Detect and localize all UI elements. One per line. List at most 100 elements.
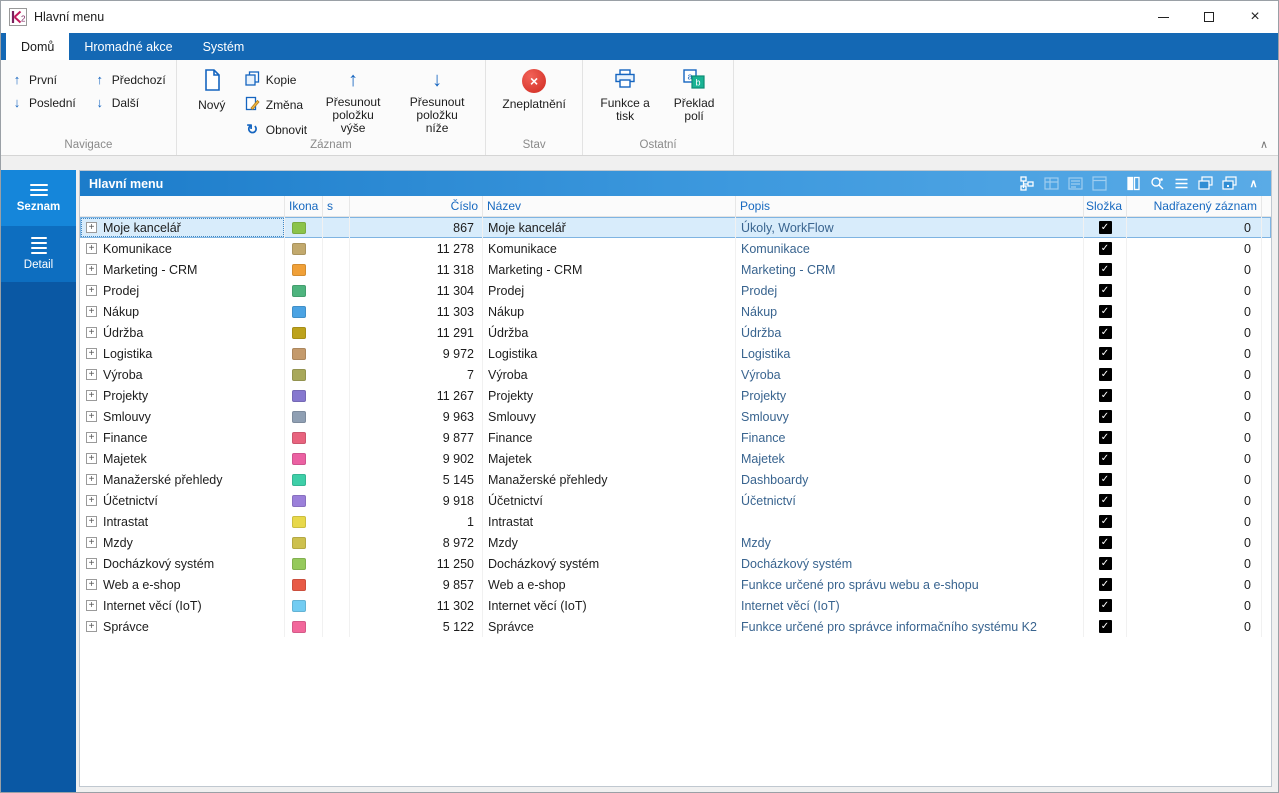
expand-icon[interactable]: + [86, 348, 97, 359]
column-header-slozka[interactable]: Složka [1084, 196, 1127, 216]
table-row[interactable]: + Mzdy 8 972 Mzdy Mzdy ✓ 0 [80, 532, 1271, 553]
expand-icon[interactable]: + [86, 264, 97, 275]
folder-checkbox[interactable]: ✓ [1099, 620, 1112, 633]
table-row[interactable]: + Majetek 9 902 Majetek Majetek ✓ 0 [80, 448, 1271, 469]
table-row[interactable]: + Moje kancelář 867 Moje kancelář Úkoly,… [80, 217, 1271, 238]
tree-structure-icon[interactable] [1019, 175, 1036, 192]
folder-checkbox[interactable]: ✓ [1099, 389, 1112, 402]
expand-icon[interactable]: + [86, 579, 97, 590]
expand-icon[interactable]: + [86, 495, 97, 506]
copy-button[interactable]: Kopie [245, 71, 307, 89]
table-row[interactable]: + Intrastat 1 Intrastat ✓ 0 [80, 511, 1271, 532]
close-button[interactable]: × [1232, 1, 1278, 33]
table-row[interactable]: + Finance 9 877 Finance Finance ✓ 0 [80, 427, 1271, 448]
folder-checkbox[interactable]: ✓ [1099, 284, 1112, 297]
expand-icon[interactable]: + [86, 537, 97, 548]
change-button[interactable]: Změna [245, 96, 307, 114]
move-item-down-button[interactable]: ↓ Přesunout položku níže [399, 66, 475, 135]
expand-icon[interactable]: + [86, 558, 97, 569]
folder-checkbox[interactable]: ✓ [1099, 368, 1112, 381]
expand-icon[interactable]: + [86, 411, 97, 422]
expand-icon[interactable]: + [86, 600, 97, 611]
table-row[interactable]: + Manažerské přehledy 5 145 Manažerské p… [80, 469, 1271, 490]
expand-icon[interactable]: + [86, 453, 97, 464]
maximize-button[interactable] [1186, 1, 1232, 33]
folder-checkbox[interactable]: ✓ [1099, 536, 1112, 549]
column-header-cislo[interactable]: Číslo [350, 196, 483, 216]
table-row[interactable]: + Smlouvy 9 963 Smlouvy Smlouvy ✓ 0 [80, 406, 1271, 427]
column-header-tree[interactable] [80, 196, 285, 216]
cascade-windows-icon[interactable] [1197, 175, 1214, 192]
expand-icon[interactable]: + [86, 390, 97, 401]
table-row[interactable]: + Projekty 11 267 Projekty Projekty ✓ 0 [80, 385, 1271, 406]
expand-icon[interactable]: + [86, 621, 97, 632]
expand-icon[interactable]: + [86, 474, 97, 485]
table-row[interactable]: + Nákup 11 303 Nákup Nákup ✓ 0 [80, 301, 1271, 322]
column-header-popis[interactable]: Popis [736, 196, 1084, 216]
table-row[interactable]: + Internet věcí (IoT) 11 302 Internet vě… [80, 595, 1271, 616]
folder-checkbox[interactable]: ✓ [1099, 473, 1112, 486]
form-view-icon[interactable] [1091, 175, 1108, 192]
folder-checkbox[interactable]: ✓ [1099, 557, 1112, 570]
expand-icon[interactable]: + [86, 306, 97, 317]
folder-checkbox[interactable]: ✓ [1099, 347, 1112, 360]
table-row[interactable]: + Logistika 9 972 Logistika Logistika ✓ … [80, 343, 1271, 364]
folder-checkbox[interactable]: ✓ [1099, 515, 1112, 528]
expand-icon[interactable]: + [86, 432, 97, 443]
sidebar-item-detail[interactable]: Detail [1, 226, 76, 282]
column-header-ikona[interactable]: Ikona [285, 196, 323, 216]
table-row[interactable]: + Docházkový systém 11 250 Docházkový sy… [80, 553, 1271, 574]
expand-icon[interactable]: + [86, 285, 97, 296]
folder-checkbox[interactable]: ✓ [1099, 452, 1112, 465]
table-row[interactable]: + Prodej 11 304 Prodej Prodej ✓ 0 [80, 280, 1271, 301]
expand-icon[interactable]: + [86, 516, 97, 527]
collapse-ribbon-icon[interactable]: ∧ [1260, 138, 1268, 151]
table-row[interactable]: + Web a e-shop 9 857 Web a e-shop Funkce… [80, 574, 1271, 595]
refresh-button[interactable]: ↻ Obnovit [245, 121, 307, 138]
tab-hromadne-akce[interactable]: Hromadné akce [69, 33, 187, 60]
menu-icon[interactable] [1173, 175, 1190, 192]
expand-icon[interactable]: + [86, 243, 97, 254]
table-row[interactable]: + Údržba 11 291 Údržba Údržba ✓ 0 [80, 322, 1271, 343]
folder-checkbox[interactable]: ✓ [1099, 599, 1112, 612]
functions-print-button[interactable]: Funkce a tisk [593, 66, 657, 123]
expand-icon[interactable]: + [86, 222, 97, 233]
minimize-button[interactable] [1140, 1, 1186, 33]
folder-checkbox[interactable]: ✓ [1099, 221, 1112, 234]
column-header-nazev[interactable]: Název [483, 196, 736, 216]
next-record-button[interactable]: ↓ Další [94, 95, 166, 110]
columns-icon[interactable] [1125, 175, 1142, 192]
table-row[interactable]: + Správce 5 122 Správce Funkce určené pr… [80, 616, 1271, 637]
table-row[interactable]: + Výroba 7 Výroba Výroba ✓ 0 [80, 364, 1271, 385]
expand-icon[interactable]: + [86, 327, 97, 338]
card-view-icon[interactable] [1067, 175, 1084, 192]
tab-system[interactable]: Systém [188, 33, 260, 60]
folder-checkbox[interactable]: ✓ [1099, 431, 1112, 444]
folder-checkbox[interactable]: ✓ [1099, 578, 1112, 591]
folder-checkbox[interactable]: ✓ [1099, 410, 1112, 423]
invalidate-button[interactable]: × Zneplatnění [496, 66, 572, 111]
folder-checkbox[interactable]: ✓ [1099, 305, 1112, 318]
duplicate-window-icon[interactable] [1221, 175, 1238, 192]
previous-record-button[interactable]: ↑ Předchozí [94, 72, 166, 87]
new-button[interactable]: Nový [187, 66, 237, 112]
table-row[interactable]: + Komunikace 11 278 Komunikace Komunikac… [80, 238, 1271, 259]
move-item-up-button[interactable]: ↑ Přesunout položku výše [315, 66, 391, 135]
table-row[interactable]: + Účetnictví 9 918 Účetnictví Účetnictví… [80, 490, 1271, 511]
folder-checkbox[interactable]: ✓ [1099, 326, 1112, 339]
expand-icon[interactable]: + [86, 369, 97, 380]
translate-fields-button[interactable]: ab Překlad polí [665, 66, 723, 123]
last-record-button[interactable]: ↓ Poslední [11, 95, 76, 110]
tab-domu[interactable]: Domů [6, 33, 69, 60]
table-view-icon[interactable] [1043, 175, 1060, 192]
folder-checkbox[interactable]: ✓ [1099, 242, 1112, 255]
column-header-s[interactable]: s [323, 196, 350, 216]
column-header-nadrazeny[interactable]: Nadřazený záznam [1127, 196, 1262, 216]
table-row[interactable]: + Marketing - CRM 11 318 Marketing - CRM… [80, 259, 1271, 280]
sidebar-item-seznam[interactable]: Seznam [1, 170, 76, 226]
search-settings-icon[interactable] [1149, 175, 1166, 192]
first-record-button[interactable]: ↑ První [11, 72, 76, 87]
folder-checkbox[interactable]: ✓ [1099, 263, 1112, 276]
folder-checkbox[interactable]: ✓ [1099, 494, 1112, 507]
collapse-panel-icon[interactable]: ∧ [1245, 175, 1262, 192]
